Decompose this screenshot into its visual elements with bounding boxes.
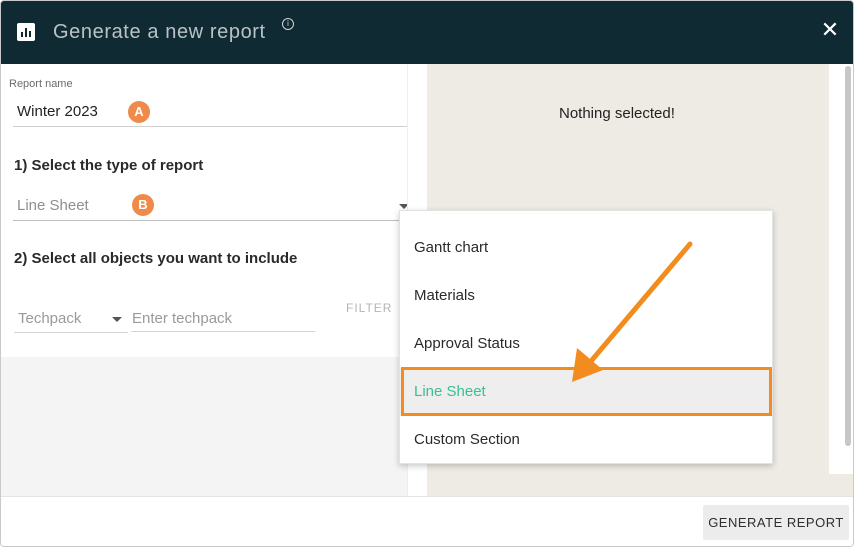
- bar-chart-icon: [17, 23, 35, 41]
- caret-down-icon: [112, 317, 122, 322]
- empty-preview-text: Nothing selected!: [559, 105, 675, 122]
- preview-scrollbar[interactable]: [845, 66, 851, 446]
- marker-b: B: [132, 194, 154, 216]
- report-type-select[interactable]: Line Sheet: [13, 192, 417, 221]
- step1-heading: 1) Select the type of report: [14, 157, 204, 174]
- option-approval-status[interactable]: Approval Status: [400, 320, 772, 368]
- report-name-input[interactable]: Winter 2023: [13, 98, 417, 127]
- report-type-dropdown: Gantt chart Materials Approval Status Li…: [399, 210, 773, 464]
- techpack-search-input[interactable]: [131, 306, 315, 332]
- object-type-select[interactable]: Techpack: [14, 306, 128, 333]
- object-list-area: [1, 357, 407, 496]
- option-line-sheet[interactable]: Line Sheet: [400, 368, 772, 416]
- marker-a: A: [128, 101, 150, 123]
- dialog-title: Generate a new report: [53, 21, 266, 43]
- info-icon[interactable]: i: [282, 18, 294, 30]
- option-materials[interactable]: Materials: [400, 272, 772, 320]
- close-icon[interactable]: ✕: [819, 20, 841, 42]
- dialog-header: Generate a new report i ✕: [1, 1, 853, 64]
- object-type-value: Techpack: [18, 310, 82, 327]
- report-config-panel: Report name Winter 2023 A 1) Select the …: [1, 64, 428, 496]
- report-type-value: Line Sheet: [17, 197, 89, 214]
- report-name-value: Winter 2023: [17, 103, 98, 120]
- filter-button[interactable]: FILTER: [346, 301, 392, 315]
- step2-heading: 2) Select all objects you want to includ…: [14, 250, 298, 267]
- generate-report-button[interactable]: GENERATE REPORT: [703, 505, 849, 540]
- report-name-label: Report name: [9, 78, 73, 90]
- option-custom-section[interactable]: Custom Section: [400, 416, 772, 464]
- option-gantt-chart[interactable]: Gantt chart: [400, 224, 772, 272]
- dialog-footer: GENERATE REPORT: [1, 496, 853, 546]
